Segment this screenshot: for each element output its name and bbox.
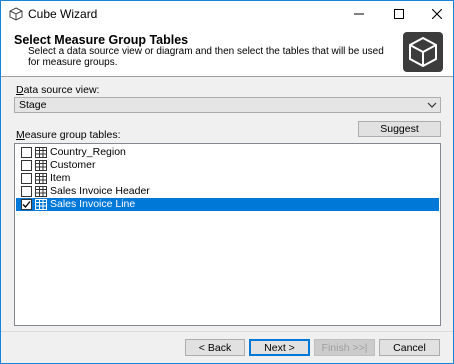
table-list-item[interactable]: Sales Invoice Header bbox=[16, 185, 439, 198]
maximize-button[interactable] bbox=[381, 1, 416, 27]
cancel-button[interactable]: Cancel bbox=[379, 339, 440, 356]
close-button[interactable] bbox=[419, 1, 454, 27]
measure-group-tables-list[interactable]: Country_Region Customer Item Sales Invoice … bbox=[14, 143, 441, 326]
table-list-item[interactable]: Customer bbox=[16, 159, 439, 172]
cube-wizard-app-icon bbox=[9, 7, 23, 21]
table-list-item[interactable]: Sales Invoice Line bbox=[16, 198, 439, 211]
checkbox-unchecked[interactable] bbox=[21, 160, 32, 171]
minimize-button[interactable] bbox=[341, 1, 376, 27]
page-description: Select a data source view or diagram and… bbox=[28, 46, 384, 68]
back-button-label: < Back bbox=[198, 341, 232, 354]
table-list-item-label: Sales Invoice Line bbox=[50, 198, 136, 210]
suggest-button-label: Suggest bbox=[380, 123, 419, 135]
title-bar: Cube Wizard bbox=[1, 1, 453, 27]
cube-logo-icon bbox=[403, 32, 443, 72]
cube-wizard-window: Cube Wizard Select Measure Group Tables … bbox=[0, 0, 454, 364]
finish-button[interactable]: Finish >>| bbox=[314, 339, 375, 356]
checkbox-unchecked[interactable] bbox=[21, 173, 32, 184]
page-title: Select Measure Group Tables bbox=[14, 33, 189, 47]
table-icon bbox=[35, 160, 47, 171]
table-icon bbox=[35, 173, 47, 184]
suggest-button[interactable]: Suggest bbox=[358, 121, 441, 137]
data-source-view-label: Data source view: bbox=[16, 84, 100, 96]
data-source-view-value: Stage bbox=[19, 99, 47, 111]
close-icon bbox=[431, 9, 442, 19]
data-source-view-dropdown[interactable]: Stage bbox=[14, 97, 441, 113]
table-list-item-label: Customer bbox=[50, 159, 96, 171]
table-icon bbox=[35, 186, 47, 197]
table-list-item-label: Sales Invoice Header bbox=[50, 185, 150, 197]
checkbox-unchecked[interactable] bbox=[21, 147, 32, 158]
next-button-label: Next > bbox=[264, 341, 295, 354]
table-icon bbox=[35, 199, 47, 210]
window-title: Cube Wizard bbox=[28, 7, 98, 21]
checkbox-unchecked[interactable] bbox=[21, 186, 32, 197]
table-list-item-label: Country_Region bbox=[50, 146, 126, 158]
cancel-button-label: Cancel bbox=[393, 341, 426, 354]
footer-divider bbox=[1, 331, 453, 332]
measure-group-tables-label: Measure group tables: bbox=[16, 129, 121, 141]
chevron-down-icon bbox=[427, 100, 437, 110]
back-button[interactable]: < Back bbox=[185, 339, 245, 356]
table-list-item[interactable]: Item bbox=[16, 172, 439, 185]
table-icon bbox=[35, 147, 47, 158]
wizard-header: Select Measure Group Tables Select a dat… bbox=[1, 27, 453, 77]
finish-button-label: Finish >>| bbox=[321, 341, 368, 354]
table-list-item-label: Item bbox=[50, 172, 71, 184]
checkbox-checked[interactable] bbox=[21, 199, 32, 210]
next-button[interactable]: Next > bbox=[249, 339, 310, 356]
table-list-item[interactable]: Country_Region bbox=[16, 146, 439, 159]
